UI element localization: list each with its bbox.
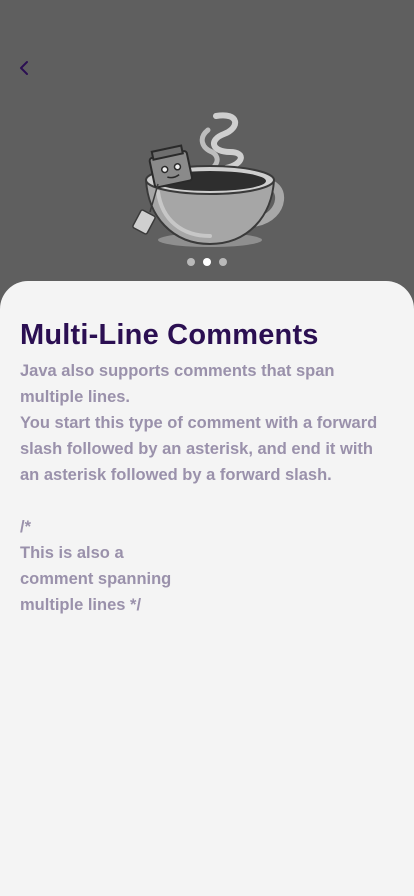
lesson-sheet: Multi-Line Comments Java also supports c… — [0, 281, 414, 896]
chevron-left-icon — [20, 61, 28, 75]
coffee-cup-illustration — [132, 112, 284, 247]
page-dot-1[interactable] — [187, 258, 195, 266]
back-button[interactable] — [12, 56, 36, 80]
lesson-title: Multi-Line Comments — [20, 319, 319, 351]
page-dot-3[interactable] — [219, 258, 227, 266]
page-dot-2[interactable] — [203, 258, 211, 266]
page-indicator — [0, 258, 414, 266]
lesson-body: Java also supports comments that span mu… — [20, 362, 378, 614]
